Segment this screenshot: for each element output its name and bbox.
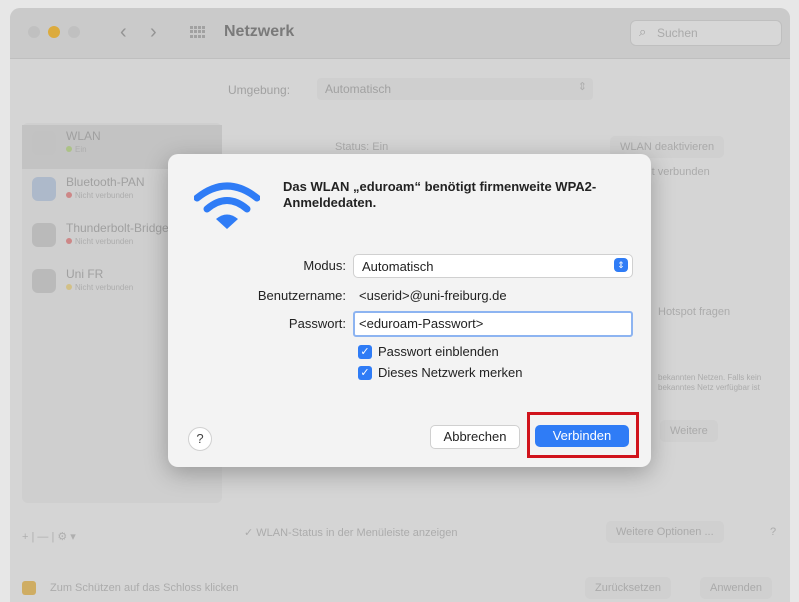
remember-network-label: Dieses Netzwerk merken	[378, 365, 523, 380]
mode-label: Modus:	[303, 258, 346, 273]
username-label: Benutzername:	[257, 288, 346, 303]
connect-button-highlight	[527, 412, 639, 458]
mode-value: Automatisch	[362, 259, 434, 274]
show-password-label: Passwort einblenden	[378, 344, 499, 359]
remember-network-checkbox[interactable]: ✓	[358, 366, 372, 380]
password-label: Passwort:	[288, 316, 346, 331]
username-field[interactable]: <userid>@uni-freiburg.de	[359, 288, 507, 303]
password-field[interactable]: <eduroam-Passwort>	[353, 311, 633, 337]
help-button[interactable]: ?	[188, 427, 212, 451]
wifi-icon	[194, 182, 260, 229]
password-value: <eduroam-Passwort>	[359, 316, 484, 331]
dialog-title: Das WLAN „eduroam“ benötigt firmenweite …	[283, 179, 597, 210]
cancel-button[interactable]: Abbrechen	[430, 425, 520, 449]
chevron-updown-icon: ⇕	[614, 258, 628, 272]
show-password-checkbox[interactable]: ✓	[358, 345, 372, 359]
mode-select[interactable]: Automatisch ⇕	[353, 254, 633, 278]
